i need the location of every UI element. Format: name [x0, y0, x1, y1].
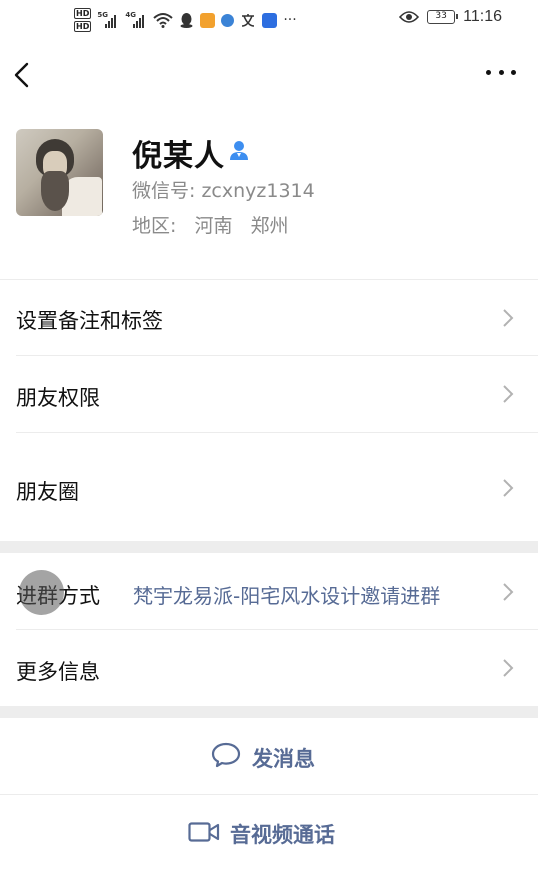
browser-app-icon: [221, 13, 235, 27]
status-bar: HD HD 5G 4G ··· 33 11:16: [0, 0, 538, 40]
cell-label: 朋友圈: [16, 480, 79, 504]
video-camera-icon: [188, 822, 220, 842]
more-info-cell[interactable]: 更多信息: [0, 630, 538, 706]
wechat-id: 微信号: zcxnyz1314: [132, 180, 315, 202]
chevron-right-icon: [503, 385, 514, 403]
section-gap: [0, 541, 538, 553]
join-group-cell[interactable]: 进群方式 梵宇龙易派-阳宅风水设计邀请进群: [0, 553, 538, 629]
friend-permissions-cell[interactable]: 朋友权限: [0, 356, 538, 432]
section-gap: [0, 706, 538, 718]
chevron-right-icon: [503, 659, 514, 677]
network-type-label: 5G: [97, 11, 108, 19]
eye-icon: [399, 11, 420, 23]
video-app-icon: [200, 12, 216, 28]
signal-4g-icon: 4G: [125, 11, 147, 28]
more-icon[interactable]: [486, 70, 516, 80]
clock: 11:16: [463, 8, 502, 25]
contact-profile-page: HD HD 5G 4G ··· 33 11:16 倪某人 微信号: zcxnyz…: [0, 0, 538, 871]
chevron-right-icon: [503, 479, 514, 497]
region-province: 河南: [194, 215, 233, 237]
signal-5g-icon: 5G: [97, 11, 119, 28]
region-city: 郑州: [250, 215, 289, 237]
battery-level: 33: [435, 11, 447, 21]
video-call-label: 音视频通话: [230, 823, 335, 847]
chevron-right-icon: [503, 309, 514, 327]
hd-badge: HD: [74, 8, 92, 19]
region-label: 地区:: [132, 215, 177, 237]
status-left: HD HD 5G 4G ···: [74, 4, 297, 36]
bulb-app-icon: [262, 12, 278, 28]
cell-label: 朋友权限: [16, 386, 100, 410]
send-message-button[interactable]: 发消息: [0, 718, 538, 794]
region: 地区: 河南 郑州: [132, 211, 289, 238]
hd-indicators: HD HD: [74, 8, 92, 32]
cell-label: 更多信息: [16, 660, 100, 684]
avatar[interactable]: [16, 129, 103, 216]
back-arrow-icon[interactable]: [10, 60, 34, 90]
join-group-value[interactable]: 梵宇龙易派-阳宅风水设计邀请进群: [133, 580, 440, 609]
wifi-icon: [153, 13, 174, 28]
touch-indicator: [19, 570, 64, 615]
status-right: 33 11:16: [399, 8, 502, 26]
send-message-label: 发消息: [252, 747, 315, 771]
chevron-right-icon: [503, 583, 514, 601]
person-icon: [230, 141, 248, 160]
battery-icon: 33: [427, 10, 459, 24]
moments-cell[interactable]: 朋友圈: [0, 433, 538, 541]
translate-app-icon: [242, 14, 255, 27]
contact-name: 倪某人: [132, 139, 225, 174]
qq-icon: [180, 13, 193, 28]
remark-tags-cell[interactable]: 设置备注和标签: [0, 280, 538, 355]
more-notifications-icon: ···: [283, 12, 297, 28]
chat-bubble-icon: [211, 742, 241, 768]
hd-badge: HD: [74, 21, 92, 32]
network-type-label: 4G: [125, 11, 136, 19]
video-call-button[interactable]: 音视频通话: [0, 795, 538, 871]
cell-label: 设置备注和标签: [16, 309, 163, 333]
